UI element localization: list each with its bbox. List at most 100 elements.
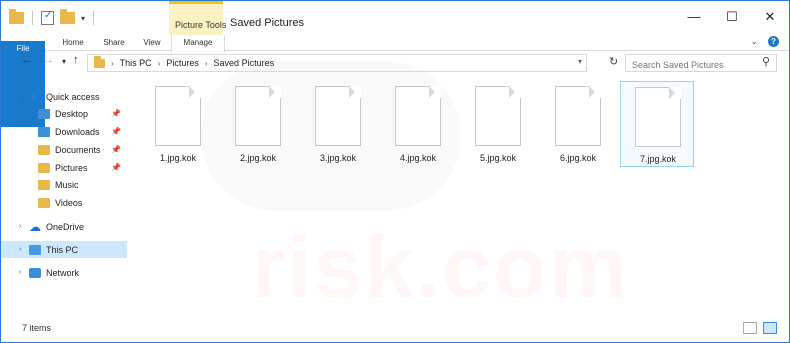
chevron-down-icon[interactable]: ⌄: [19, 93, 25, 101]
pin-icon[interactable]: 📌: [111, 127, 121, 136]
view-switcher: [743, 322, 777, 334]
help-icon[interactable]: ?: [768, 36, 779, 47]
file-item[interactable]: 4.jpg.kok: [381, 81, 455, 167]
toolbar-divider: [32, 11, 33, 25]
chevron-right-icon[interactable]: ›: [19, 223, 21, 230]
cloud-icon: ☁: [29, 219, 41, 234]
music-icon: [38, 179, 50, 190]
address-dropdown-icon[interactable]: ▾: [578, 57, 582, 66]
forward-icon[interactable]: →: [43, 54, 54, 66]
sidebar-item-desktop[interactable]: Desktop 📌: [1, 105, 127, 122]
sidebar-item-network[interactable]: › Network: [1, 264, 127, 281]
file-icon: [635, 87, 681, 147]
chevron-right-icon[interactable]: ›: [205, 59, 208, 68]
file-icon: [315, 86, 361, 146]
search-input[interactable]: [625, 54, 777, 72]
location-folder-icon: [94, 55, 105, 68]
computer-icon: [29, 244, 41, 255]
file-name: 2.jpg.kok: [239, 153, 277, 163]
file-item[interactable]: 3.jpg.kok: [301, 81, 375, 167]
videos-icon: [38, 197, 50, 208]
pin-icon[interactable]: 📌: [111, 145, 121, 154]
chevron-right-icon[interactable]: ›: [19, 269, 21, 276]
file-icon: [395, 86, 441, 146]
context-tab-label: Picture Tools: [175, 20, 227, 30]
file-item[interactable]: 7.jpg.kok: [620, 81, 694, 167]
breadcrumb-this-pc[interactable]: This PC: [120, 58, 152, 68]
breadcrumb-pictures[interactable]: Pictures: [166, 58, 199, 68]
sidebar-item-downloads[interactable]: Downloads 📌: [1, 123, 127, 140]
navigation-bar: ← → ▾ ↑ › This PC › Pictures › Saved Pic…: [1, 51, 789, 73]
breadcrumb-saved-pictures[interactable]: Saved Pictures: [214, 58, 275, 68]
sidebar-item-music[interactable]: Music: [1, 176, 127, 193]
minimize-icon[interactable]: —: [675, 9, 713, 25]
refresh-icon[interactable]: ↻: [609, 55, 618, 68]
new-folder-icon[interactable]: [60, 9, 75, 24]
chevron-right-icon[interactable]: ›: [111, 59, 114, 68]
sidebar-item-label: Documents: [55, 144, 101, 155]
file-icon: [155, 86, 201, 146]
window-title: Saved Pictures: [230, 17, 304, 29]
window-controls: — ☐ ✕: [675, 9, 789, 25]
picture-tools-context-tab: Picture Tools: [169, 1, 227, 35]
close-icon[interactable]: ✕: [751, 9, 789, 25]
address-bar[interactable]: › This PC › Pictures › Saved Pictures ▾: [87, 54, 587, 72]
navigation-pane: ⌄ ★ Quick access Desktop 📌 Downloads 📌 D…: [1, 78, 129, 314]
sidebar-item-label: OneDrive: [46, 221, 85, 232]
sidebar-item-label: Downloads: [55, 126, 100, 137]
file-item[interactable]: 6.jpg.kok: [541, 81, 615, 167]
file-name: 7.jpg.kok: [639, 154, 677, 164]
sidebar-item-label: Quick access: [46, 91, 100, 102]
tab-manage[interactable]: Manage: [171, 35, 225, 52]
tab-home[interactable]: Home: [53, 35, 93, 51]
sidebar-item-videos[interactable]: Videos: [1, 194, 127, 211]
title-bar: ▾ Picture Tools Saved Pictures — ☐ ✕: [1, 1, 789, 35]
status-bar: 7 items: [1, 314, 789, 342]
pin-icon[interactable]: 📌: [111, 109, 121, 118]
sidebar-item-pictures[interactable]: Pictures 📌: [1, 159, 127, 176]
expand-ribbon-icon[interactable]: ⌄: [750, 36, 758, 47]
downloads-icon: [38, 126, 50, 137]
file-icon: [475, 86, 521, 146]
file-icon: [235, 86, 281, 146]
desktop-icon: [38, 108, 50, 119]
up-icon[interactable]: ↑: [73, 54, 79, 66]
properties-icon[interactable]: [41, 10, 54, 25]
tab-view[interactable]: View: [133, 35, 171, 51]
pin-icon[interactable]: 📌: [111, 163, 121, 172]
file-name: 6.jpg.kok: [559, 153, 597, 163]
file-name: 3.jpg.kok: [319, 153, 357, 163]
explorer-window: risk.com ▾ Picture Tools Saved Pictures …: [0, 0, 790, 343]
file-name: 1.jpg.kok: [159, 153, 197, 163]
file-name: 5.jpg.kok: [479, 153, 517, 163]
file-item[interactable]: 1.jpg.kok: [141, 81, 215, 167]
sidebar-item-documents[interactable]: Documents 📌: [1, 141, 127, 158]
star-icon: ★: [29, 90, 39, 103]
chevron-right-icon[interactable]: ›: [158, 59, 161, 68]
file-item[interactable]: 5.jpg.kok: [461, 81, 535, 167]
ribbon-controls: ⌄ ?: [750, 36, 779, 47]
file-list: 1.jpg.kok 2.jpg.kok 3.jpg.kok 4.jpg.kok …: [129, 75, 789, 313]
sidebar-item-quick-access[interactable]: ⌄ ★ Quick access: [1, 88, 127, 105]
file-item[interactable]: 2.jpg.kok: [221, 81, 295, 167]
search-icon: ⚲: [762, 56, 771, 68]
network-icon: [29, 267, 41, 278]
pictures-icon: [38, 162, 50, 173]
recent-locations-icon[interactable]: ▾: [62, 57, 66, 66]
chevron-right-icon[interactable]: ›: [19, 246, 21, 253]
back-icon[interactable]: ←: [21, 54, 32, 66]
sidebar-item-label: Music: [55, 179, 79, 190]
maximize-icon[interactable]: ☐: [713, 9, 751, 25]
sidebar-item-onedrive[interactable]: › ☁ OneDrive: [1, 218, 127, 235]
sidebar-item-this-pc[interactable]: › This PC: [1, 241, 127, 258]
folder-icon: [9, 9, 24, 24]
file-icon: [555, 86, 601, 146]
large-icons-view-icon[interactable]: [763, 322, 777, 334]
documents-icon: [38, 144, 50, 155]
customize-toolbar-icon[interactable]: ▾: [81, 14, 85, 23]
sidebar-item-label: This PC: [46, 244, 79, 255]
ribbon-tabs: File Home Share View Manage ⌄ ?: [1, 35, 789, 127]
details-view-icon[interactable]: [743, 322, 757, 334]
tab-share[interactable]: Share: [94, 35, 134, 51]
toolbar-divider: [93, 11, 95, 25]
